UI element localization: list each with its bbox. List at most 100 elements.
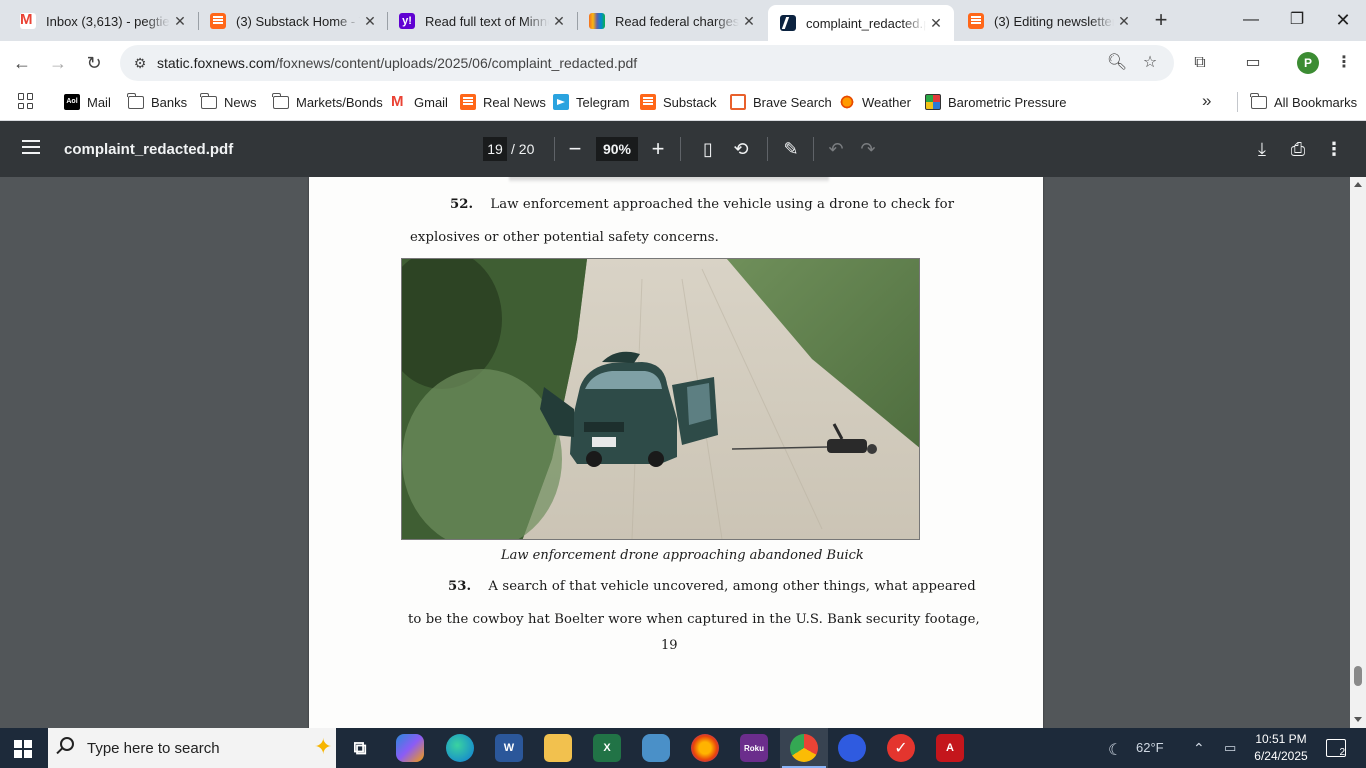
bookmark-star-icon[interactable]: ☆: [1139, 52, 1161, 74]
menu-kebab-icon[interactable]: ⋮: [1332, 51, 1356, 75]
photo-caption: Law enforcement drone approaching abando…: [501, 548, 864, 563]
notification-center-icon[interactable]: 2: [1326, 739, 1346, 758]
taskbar-search-box[interactable]: Type here to search ✦: [48, 728, 336, 768]
undo-icon[interactable]: ↶: [824, 137, 848, 161]
chevron-double-right-icon[interactable]: »: [1202, 91, 1211, 111]
scroll-down-arrow-icon[interactable]: [1354, 717, 1362, 722]
substack-icon: [460, 94, 476, 110]
pdf-page: 52. Law enforcement approached the vehic…: [309, 177, 1043, 728]
hamburger-menu-icon[interactable]: [22, 140, 40, 154]
bookmark-brave-search[interactable]: Brave Search: [730, 92, 832, 112]
fit-to-page-icon[interactable]: ▯: [696, 137, 720, 161]
bookmark-mail[interactable]: Aol Mail: [64, 92, 111, 112]
zoom-level-input[interactable]: 90%: [596, 137, 638, 161]
site-info-icon[interactable]: ⚙: [128, 51, 152, 75]
bookmark-banks[interactable]: Banks: [127, 92, 187, 112]
close-icon[interactable]: ✕: [360, 11, 380, 31]
bookmark-real-news[interactable]: Real News: [460, 92, 546, 112]
zoom-icon[interactable]: 🔍︎: [1106, 52, 1128, 74]
toolbar-divider: [680, 137, 681, 161]
scroll-thumb[interactable]: [1354, 666, 1362, 686]
forward-button[interactable]: →: [44, 49, 72, 77]
new-tab-button[interactable]: +: [1148, 8, 1174, 34]
vertical-scrollbar[interactable]: [1350, 177, 1366, 728]
zoom-in-button[interactable]: +: [646, 137, 670, 161]
windows-start-button[interactable]: [14, 740, 32, 758]
bookmark-label: Markets/Bonds: [296, 94, 383, 110]
download-icon[interactable]: ⤓: [1250, 137, 1274, 161]
annotate-pen-icon[interactable]: ✎: [779, 137, 803, 161]
copilot-sparkle-icon: ✦: [314, 734, 333, 759]
paragraph-53-line2: to be the cowboy hat Boelter wore when c…: [408, 612, 980, 627]
tab-editing-newsletter[interactable]: (3) Editing newsletter ✕: [956, 8, 1142, 34]
all-bookmarks[interactable]: All Bookmarks: [1250, 92, 1357, 112]
bookmark-weather[interactable]: Weather: [839, 92, 911, 112]
bookmark-label: News: [224, 94, 257, 110]
network-icon[interactable]: ▭: [1224, 740, 1236, 756]
chrome-icon[interactable]: [782, 734, 826, 768]
back-button[interactable]: ←: [8, 49, 36, 77]
bookmark-barometric-pressure[interactable]: Barometric Pressure: [925, 92, 1066, 112]
bookmark-gmail[interactable]: M Gmail: [391, 92, 448, 112]
extensions-icon[interactable]: ⧉: [1188, 51, 1212, 75]
close-icon[interactable]: ✕: [1114, 11, 1134, 31]
restore-button[interactable]: ❐: [1274, 0, 1320, 40]
close-icon[interactable]: ✕: [170, 11, 190, 31]
search-icon: [60, 737, 74, 751]
proton-drop-icon[interactable]: [838, 734, 866, 762]
windows-taskbar: Type here to search ✦ ⧉ W X Roku ✓ A ☾ 6…: [0, 728, 1366, 768]
roku-icon[interactable]: Roku: [740, 734, 768, 762]
chevron-up-icon[interactable]: ⌃: [1193, 740, 1205, 757]
edge-browser-icon[interactable]: [446, 734, 474, 762]
rotate-icon[interactable]: ⟲: [729, 137, 753, 161]
print-icon[interactable]: ⎙: [1286, 137, 1310, 161]
file-explorer-icon[interactable]: [544, 734, 572, 762]
zoom-out-button[interactable]: −: [563, 137, 587, 161]
outlook-cloud-icon[interactable]: [642, 734, 670, 762]
word-icon[interactable]: W: [495, 734, 523, 762]
bookmark-telegram[interactable]: Telegram: [553, 92, 629, 112]
gmail-icon: [20, 11, 36, 29]
url-text[interactable]: static.foxnews.com/foxnews/content/uploa…: [157, 55, 637, 71]
page-number-input[interactable]: 19: [483, 137, 507, 161]
close-window-button[interactable]: ✕: [1320, 0, 1366, 40]
bookmark-news[interactable]: News: [200, 92, 257, 112]
acrobat-icon[interactable]: A: [936, 734, 964, 762]
task-view-icon[interactable]: ⧉: [346, 734, 374, 762]
clock-time: 10:51 PM: [1255, 732, 1307, 746]
tab-search-icon[interactable]: ▭: [1241, 51, 1265, 75]
apps-grid-icon[interactable]: [18, 93, 34, 109]
more-actions-icon[interactable]: ⋮: [1322, 137, 1346, 161]
weather-moon-icon[interactable]: ☾: [1108, 740, 1122, 760]
tab-gmail-inbox[interactable]: Inbox (3,613) - pegtier ✕: [8, 8, 198, 34]
close-icon[interactable]: ✕: [549, 11, 569, 31]
drone-approaching-car-photo: [401, 258, 920, 540]
firefox-icon[interactable]: [691, 734, 719, 762]
close-icon[interactable]: ✕: [926, 13, 946, 33]
bookmark-markets-bonds[interactable]: Markets/Bonds: [272, 92, 383, 112]
tab-substack-home[interactable]: (3) Substack Home - T ✕: [198, 8, 388, 34]
bookmark-substack[interactable]: Substack: [640, 92, 716, 112]
tab-complaint-pdf[interactable]: complaint_redacted.pd ✕: [768, 5, 954, 41]
copilot-icon[interactable]: [396, 734, 424, 762]
excel-icon[interactable]: X: [593, 734, 621, 762]
address-bar[interactable]: ⚙ static.foxnews.com/foxnews/content/upl…: [120, 45, 1174, 81]
telegram-icon: [553, 94, 569, 110]
pdf-viewer[interactable]: 52. Law enforcement approached the vehic…: [0, 177, 1350, 728]
close-icon[interactable]: ✕: [739, 11, 759, 31]
page-total: / 20: [511, 141, 535, 157]
tab-yahoo-article[interactable]: y! Read full text of Minne ✕: [387, 8, 577, 34]
yahoo-icon: y!: [399, 13, 415, 29]
redo-icon[interactable]: ↷: [856, 137, 880, 161]
weather-temperature[interactable]: 62°F: [1136, 740, 1164, 755]
system-clock[interactable]: 10:51 PM 6/24/2025: [1246, 731, 1316, 765]
toolbar-divider: [554, 137, 555, 161]
tab-nbc-article[interactable]: Read federal charges a ✕: [577, 8, 767, 34]
minimize-button[interactable]: —: [1228, 0, 1274, 40]
pdf-toolbar: complaint_redacted.pdf 19 / 20 − 90% + ▯…: [0, 121, 1366, 177]
paragraph-text: Law enforcement approached the vehicle u…: [490, 197, 955, 212]
scroll-up-arrow-icon[interactable]: [1354, 182, 1362, 187]
reload-button[interactable]: ↻: [80, 49, 108, 77]
checkmark-app-icon[interactable]: ✓: [887, 734, 915, 762]
profile-avatar[interactable]: P: [1297, 52, 1319, 74]
